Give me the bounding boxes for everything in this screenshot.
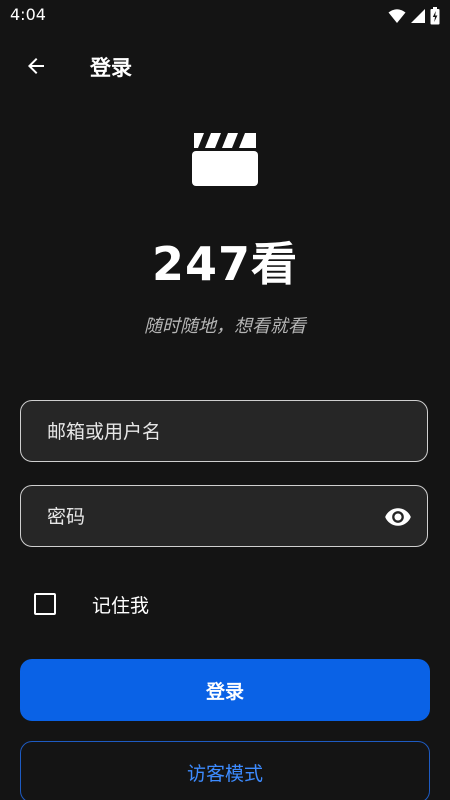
email-input[interactable]	[45, 401, 379, 463]
page-title: 登录	[90, 56, 132, 80]
remember-me-label: 记住我	[92, 594, 150, 617]
remember-me-row[interactable]: 记住我	[34, 590, 149, 618]
status-time: 4:04	[10, 5, 46, 24]
password-field[interactable]	[20, 485, 428, 548]
battery-charging-icon	[430, 7, 440, 25]
app-name: 247看	[151, 237, 299, 291]
guest-mode-button[interactable]: 访客模式	[20, 741, 430, 800]
status-icons	[388, 6, 440, 26]
password-input[interactable]	[45, 486, 379, 548]
back-button[interactable]	[16, 46, 56, 86]
signal-icon	[411, 9, 425, 23]
remember-me-checkbox[interactable]	[34, 593, 56, 615]
app-bar: 登录	[0, 40, 450, 92]
eye-icon	[385, 508, 411, 526]
email-field[interactable]	[20, 400, 428, 463]
login-screen: 4:04 登录 247看 随时随地，想看就看 邮箱或用户名 记住我 登录 访客模…	[0, 0, 450, 800]
wifi-icon	[388, 9, 406, 23]
app-slogan: 随时随地，想看就看	[144, 316, 306, 337]
status-bar: 4:04	[0, 0, 450, 32]
arrow-back-icon	[28, 58, 44, 74]
password-visibility-toggle[interactable]	[383, 502, 413, 532]
login-button[interactable]: 登录	[20, 659, 430, 721]
clapperboard-icon	[192, 133, 258, 186]
